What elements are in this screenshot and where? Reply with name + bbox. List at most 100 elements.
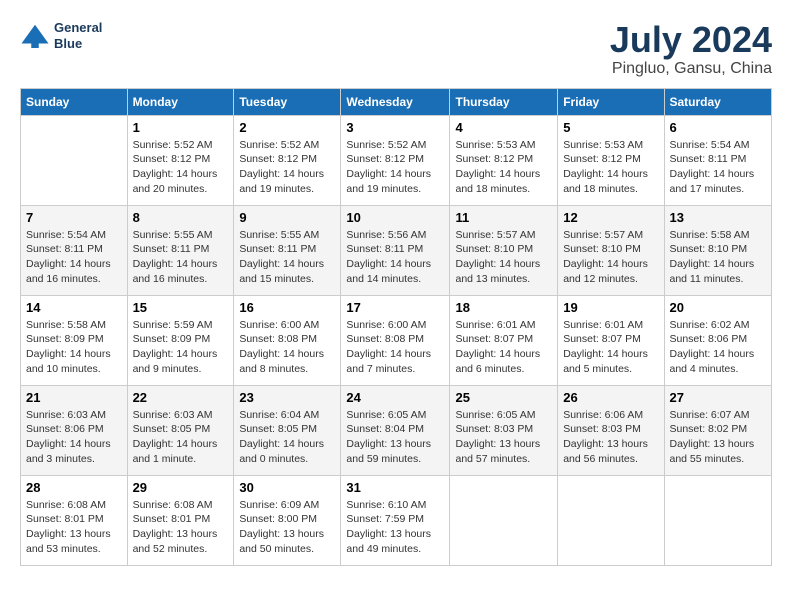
month-title: July 2024 (610, 20, 772, 60)
day-number: 3 (346, 120, 444, 135)
calendar-cell: 1 Sunrise: 5:52 AM Sunset: 8:12 PM Daylig… (127, 115, 234, 205)
day-info: Sunrise: 5:57 AM Sunset: 8:10 PM Dayligh… (563, 228, 658, 287)
weekday-header-row: SundayMondayTuesdayWednesdayThursdayFrid… (21, 88, 772, 115)
page-header: General Blue July 2024 Pingluo, Gansu, C… (20, 20, 772, 78)
day-number: 22 (133, 390, 229, 405)
day-info: Sunrise: 5:52 AM Sunset: 8:12 PM Dayligh… (133, 138, 229, 197)
day-info: Sunrise: 6:02 AM Sunset: 8:06 PM Dayligh… (670, 318, 767, 377)
calendar-cell: 28 Sunrise: 6:08 AM Sunset: 8:01 PM Dayli… (21, 475, 128, 565)
day-info: Sunrise: 6:08 AM Sunset: 8:01 PM Dayligh… (26, 498, 122, 557)
day-number: 17 (346, 300, 444, 315)
weekday-header: Wednesday (341, 88, 450, 115)
weekday-header: Friday (558, 88, 664, 115)
day-info: Sunrise: 6:09 AM Sunset: 8:00 PM Dayligh… (239, 498, 335, 557)
day-info: Sunrise: 6:01 AM Sunset: 8:07 PM Dayligh… (455, 318, 552, 377)
calendar-cell: 21Sunrise: 6:03 AM Sunset: 8:06 PM Dayli… (21, 385, 128, 475)
calendar-cell: 4Sunrise: 5:53 AM Sunset: 8:12 PM Daylig… (450, 115, 558, 205)
day-info: Sunrise: 5:54 AM Sunset: 8:11 PM Dayligh… (670, 138, 767, 197)
calendar-cell (664, 475, 772, 565)
weekday-header: Sunday (21, 88, 128, 115)
calendar-cell (21, 115, 128, 205)
day-number: 18 (455, 300, 552, 315)
calendar-week-row: 21Sunrise: 6:03 AM Sunset: 8:06 PM Dayli… (21, 385, 772, 475)
calendar-cell: 19Sunrise: 6:01 AM Sunset: 8:07 PM Dayli… (558, 295, 664, 385)
calendar-cell: 5Sunrise: 5:53 AM Sunset: 8:12 PM Daylig… (558, 115, 664, 205)
logo-line2: Blue (54, 36, 102, 52)
day-number: 20 (670, 300, 767, 315)
day-number: 9 (239, 210, 335, 225)
location-title: Pingluo, Gansu, China (610, 60, 772, 78)
day-info: Sunrise: 6:05 AM Sunset: 8:04 PM Dayligh… (346, 408, 444, 467)
day-number: 15 (133, 300, 229, 315)
calendar-cell: 18 Sunrise: 6:01 AM Sunset: 8:07 PM Dayli… (450, 295, 558, 385)
calendar-cell: 7 Sunrise: 5:54 AM Sunset: 8:11 PM Daylig… (21, 205, 128, 295)
weekday-header: Tuesday (234, 88, 341, 115)
calendar-cell: 31 Sunrise: 6:10 AM Sunset: 7:59 PM Dayli… (341, 475, 450, 565)
day-number: 26 (563, 390, 658, 405)
day-number: 1 (133, 120, 229, 135)
day-number: 14 (26, 300, 122, 315)
calendar-cell: 17Sunrise: 6:00 AM Sunset: 8:08 PM Dayli… (341, 295, 450, 385)
calendar-cell: 22Sunrise: 6:03 AM Sunset: 8:05 PM Dayli… (127, 385, 234, 475)
day-info: Sunrise: 5:55 AM Sunset: 8:11 PM Dayligh… (133, 228, 229, 287)
day-info: Sunrise: 6:05 AM Sunset: 8:03 PM Dayligh… (455, 408, 552, 467)
day-info: Sunrise: 6:06 AM Sunset: 8:03 PM Dayligh… (563, 408, 658, 467)
calendar-table: SundayMondayTuesdayWednesdayThursdayFrid… (20, 88, 772, 566)
day-info: Sunrise: 5:59 AM Sunset: 8:09 PM Dayligh… (133, 318, 229, 377)
day-number: 13 (670, 210, 767, 225)
day-number: 11 (455, 210, 552, 225)
calendar-cell: 10 Sunrise: 5:56 AM Sunset: 8:11 PM Dayli… (341, 205, 450, 295)
calendar-cell: 14Sunrise: 5:58 AM Sunset: 8:09 PM Dayli… (21, 295, 128, 385)
calendar-cell: 6 Sunrise: 5:54 AM Sunset: 8:11 PM Daylig… (664, 115, 772, 205)
day-number: 31 (346, 480, 444, 495)
calendar-cell: 23Sunrise: 6:04 AM Sunset: 8:05 PM Dayli… (234, 385, 341, 475)
day-number: 30 (239, 480, 335, 495)
day-number: 28 (26, 480, 122, 495)
day-info: Sunrise: 5:54 AM Sunset: 8:11 PM Dayligh… (26, 228, 122, 287)
logo-text: General Blue (54, 20, 102, 51)
day-number: 19 (563, 300, 658, 315)
calendar-cell: 24Sunrise: 6:05 AM Sunset: 8:04 PM Dayli… (341, 385, 450, 475)
calendar-cell: 13 Sunrise: 5:58 AM Sunset: 8:10 PM Dayli… (664, 205, 772, 295)
calendar-cell: 25 Sunrise: 6:05 AM Sunset: 8:03 PM Dayli… (450, 385, 558, 475)
day-info: Sunrise: 6:10 AM Sunset: 7:59 PM Dayligh… (346, 498, 444, 557)
calendar-week-row: 28 Sunrise: 6:08 AM Sunset: 8:01 PM Dayli… (21, 475, 772, 565)
day-number: 7 (26, 210, 122, 225)
weekday-header: Thursday (450, 88, 558, 115)
day-number: 6 (670, 120, 767, 135)
day-info: Sunrise: 5:56 AM Sunset: 8:11 PM Dayligh… (346, 228, 444, 287)
day-info: Sunrise: 6:00 AM Sunset: 8:08 PM Dayligh… (239, 318, 335, 377)
weekday-header: Saturday (664, 88, 772, 115)
calendar-week-row: 1 Sunrise: 5:52 AM Sunset: 8:12 PM Daylig… (21, 115, 772, 205)
day-number: 29 (133, 480, 229, 495)
calendar-cell: 29 Sunrise: 6:08 AM Sunset: 8:01 PM Dayli… (127, 475, 234, 565)
calendar-cell: 15 Sunrise: 5:59 AM Sunset: 8:09 PM Dayli… (127, 295, 234, 385)
day-info: Sunrise: 6:04 AM Sunset: 8:05 PM Dayligh… (239, 408, 335, 467)
day-number: 25 (455, 390, 552, 405)
logo: General Blue (20, 20, 102, 51)
day-number: 8 (133, 210, 229, 225)
calendar-cell: 20 Sunrise: 6:02 AM Sunset: 8:06 PM Dayli… (664, 295, 772, 385)
day-number: 2 (239, 120, 335, 135)
day-info: Sunrise: 6:07 AM Sunset: 8:02 PM Dayligh… (670, 408, 767, 467)
calendar-cell: 9 Sunrise: 5:55 AM Sunset: 8:11 PM Daylig… (234, 205, 341, 295)
calendar-cell: 8 Sunrise: 5:55 AM Sunset: 8:11 PM Daylig… (127, 205, 234, 295)
calendar-cell: 30 Sunrise: 6:09 AM Sunset: 8:00 PM Dayli… (234, 475, 341, 565)
logo-icon (20, 21, 50, 51)
calendar-cell: 26 Sunrise: 6:06 AM Sunset: 8:03 PM Dayli… (558, 385, 664, 475)
day-info: Sunrise: 5:53 AM Sunset: 8:12 PM Dayligh… (563, 138, 658, 197)
day-info: Sunrise: 6:08 AM Sunset: 8:01 PM Dayligh… (133, 498, 229, 557)
title-block: July 2024 Pingluo, Gansu, China (610, 20, 772, 78)
day-info: Sunrise: 5:58 AM Sunset: 8:10 PM Dayligh… (670, 228, 767, 287)
day-number: 27 (670, 390, 767, 405)
calendar-cell: 3Sunrise: 5:52 AM Sunset: 8:12 PM Daylig… (341, 115, 450, 205)
weekday-header: Monday (127, 88, 234, 115)
day-info: Sunrise: 5:52 AM Sunset: 8:12 PM Dayligh… (239, 138, 335, 197)
calendar-cell: 11Sunrise: 5:57 AM Sunset: 8:10 PM Dayli… (450, 205, 558, 295)
calendar-cell: 2 Sunrise: 5:52 AM Sunset: 8:12 PM Daylig… (234, 115, 341, 205)
calendar-cell (558, 475, 664, 565)
day-number: 10 (346, 210, 444, 225)
calendar-cell (450, 475, 558, 565)
day-info: Sunrise: 5:55 AM Sunset: 8:11 PM Dayligh… (239, 228, 335, 287)
calendar-week-row: 7 Sunrise: 5:54 AM Sunset: 8:11 PM Daylig… (21, 205, 772, 295)
